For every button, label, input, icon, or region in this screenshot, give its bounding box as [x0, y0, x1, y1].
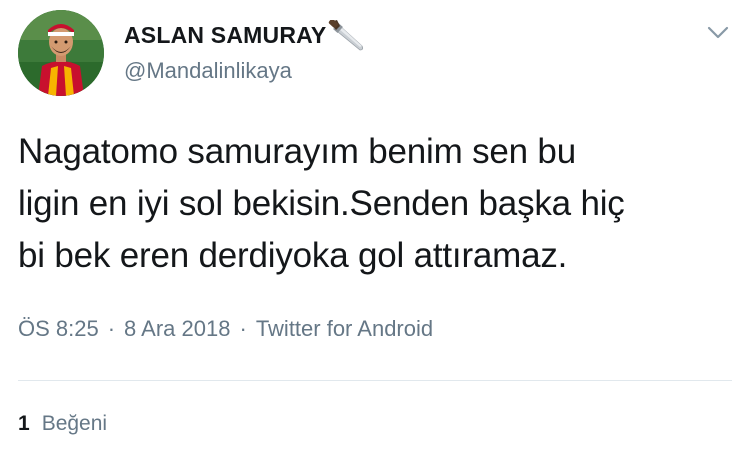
author-handle[interactable]: @Mandalinlikaya: [124, 58, 292, 84]
author-name-row[interactable]: ASLAN SAMURAY: [124, 18, 366, 51]
likes-label: Beğeni: [41, 412, 108, 435]
meta-separator: ·: [107, 316, 116, 341]
chevron-down-icon[interactable]: [706, 22, 730, 42]
likes-count: 1: [18, 412, 30, 435]
meta-separator: ·: [239, 316, 247, 341]
avatar[interactable]: [18, 10, 104, 96]
display-name[interactable]: ASLAN SAMURAY: [124, 22, 326, 49]
tweet-source[interactable]: Twitter for Android: [256, 316, 433, 342]
knife-icon: [328, 18, 366, 54]
tweet-text: Nagatomo samurayım benim sen bu ligin en…: [18, 132, 625, 275]
tweet-time[interactable]: ÖS 8:25: [18, 316, 99, 342]
likes-stat[interactable]: 1 Beğeni: [18, 412, 107, 436]
tweet-metadata: ÖS 8:25 · 8 Ara 2018 · Twitter for Andro…: [18, 316, 433, 342]
tweet-card: ASLAN SAMURAY @Mandalinlikaya Nagatomo s…: [0, 0, 750, 457]
avatar-image: [18, 10, 104, 96]
tweet-date[interactable]: 8 Ara 2018: [124, 316, 230, 342]
divider: [18, 380, 732, 381]
